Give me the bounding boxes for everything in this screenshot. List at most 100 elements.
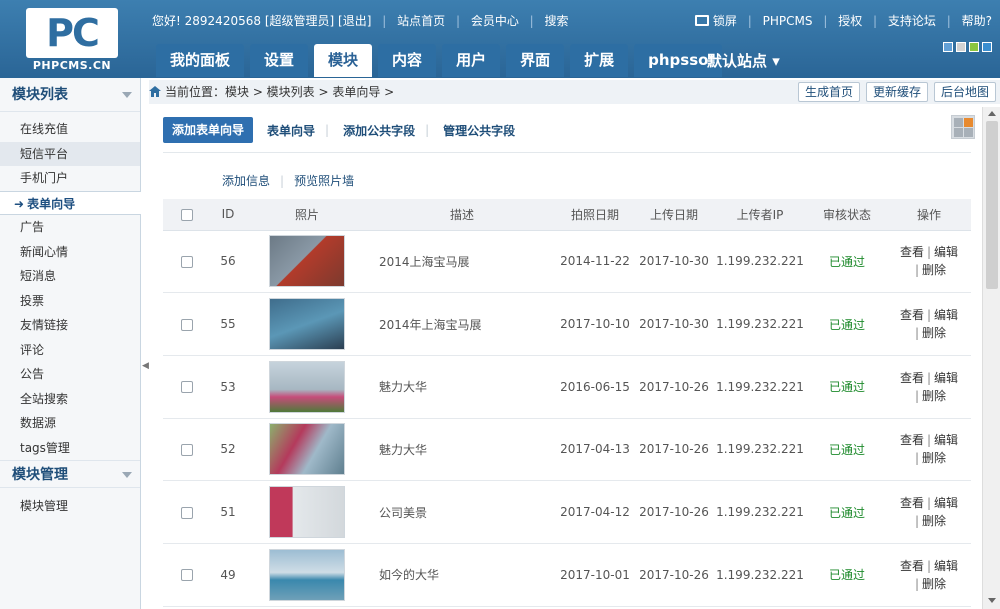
row-checkbox[interactable] bbox=[181, 443, 193, 456]
form-wizard-link[interactable]: 表单向导 bbox=[267, 122, 315, 139]
edit-link[interactable]: 编辑 bbox=[934, 245, 958, 259]
photo-thumbnail[interactable] bbox=[269, 298, 345, 351]
sidebar-item[interactable]: tags管理 bbox=[0, 436, 140, 461]
sidebar-toggle-icon[interactable]: ◀ bbox=[142, 358, 149, 374]
phpcms-link[interactable]: PHPCMS bbox=[763, 14, 813, 28]
divider: | bbox=[926, 558, 932, 573]
divider: | bbox=[926, 245, 932, 260]
shot-date-cell: 2016-06-15 bbox=[555, 355, 635, 419]
grid-view-icon[interactable] bbox=[951, 115, 975, 139]
sidebar-item[interactable]: 手机门户 bbox=[0, 166, 140, 191]
view-link[interactable]: 查看 bbox=[900, 245, 924, 259]
table-row: 49 如今的大华 2017-10-01 2017-10-26 1.199.232… bbox=[163, 543, 971, 607]
row-checkbox[interactable] bbox=[181, 318, 193, 331]
divider: | bbox=[280, 174, 285, 188]
update-cache-button[interactable]: 更新缓存 bbox=[865, 82, 928, 102]
sidebar-item[interactable]: 友情链接 bbox=[0, 313, 140, 338]
row-checkbox[interactable] bbox=[181, 506, 193, 519]
sidebar-item[interactable]: 短消息 bbox=[0, 264, 140, 289]
color-swatch[interactable] bbox=[956, 42, 966, 52]
search-link[interactable]: 搜索 bbox=[545, 12, 569, 29]
divider: | bbox=[382, 14, 387, 28]
table-header: ID 照片 描述 拍照日期 上传日期 上传者IP 审核状态 操作 bbox=[163, 199, 971, 231]
delete-link[interactable]: 删除 bbox=[922, 326, 946, 340]
delete-link[interactable]: 删除 bbox=[922, 263, 946, 277]
username: 2892420568 bbox=[184, 14, 261, 28]
logout-link[interactable]: [退出] bbox=[338, 12, 371, 29]
sidebar-item[interactable]: 在线充值 bbox=[0, 117, 140, 142]
manage-common-field-link[interactable]: 管理公共字段 bbox=[443, 122, 515, 139]
add-info-link[interactable]: 添加信息 bbox=[222, 174, 270, 188]
delete-link[interactable]: 删除 bbox=[922, 514, 946, 528]
sidebar-item[interactable]: 数据源 bbox=[0, 411, 140, 436]
photo-thumbnail[interactable] bbox=[269, 423, 345, 476]
tab-users[interactable]: 用户 bbox=[442, 44, 501, 77]
sidebar-item[interactable]: 全站搜索 bbox=[0, 387, 140, 412]
scrollbar-thumb[interactable] bbox=[986, 121, 998, 289]
preview-photo-wall-link[interactable]: 预览照片墙 bbox=[294, 174, 354, 188]
sidebar-item-label: 表单向导 bbox=[27, 196, 76, 211]
view-link[interactable]: 查看 bbox=[900, 371, 924, 385]
sidebar: 模块列表 在线充值 短信平台 手机门户 ➜ 表单向导 广告 新闻心情 短消息 投票… bbox=[0, 78, 141, 609]
color-swatch[interactable] bbox=[982, 42, 992, 52]
delete-link[interactable]: 删除 bbox=[922, 577, 946, 591]
row-checkbox[interactable] bbox=[181, 255, 193, 268]
photo-thumbnail[interactable] bbox=[269, 235, 345, 288]
tab-panel[interactable]: 我的面板 bbox=[156, 44, 245, 77]
select-all-checkbox[interactable] bbox=[181, 208, 193, 221]
view-link[interactable]: 查看 bbox=[900, 496, 924, 510]
view-link[interactable]: 查看 bbox=[900, 308, 924, 322]
edit-link[interactable]: 编辑 bbox=[934, 496, 958, 510]
generate-home-button[interactable]: 生成首页 bbox=[797, 82, 860, 102]
vertical-scrollbar[interactable] bbox=[982, 107, 1000, 609]
logo[interactable]: PC PHPCMS.CN bbox=[8, 4, 136, 72]
photo-thumbnail[interactable] bbox=[269, 486, 345, 539]
lock-screen-link[interactable]: 锁屏 bbox=[713, 14, 737, 28]
table-row: 53 魅力大华 2016-06-15 2017-10-26 1.199.232.… bbox=[163, 355, 971, 419]
tab-extensions[interactable]: 扩展 bbox=[570, 44, 629, 77]
scroll-up-icon[interactable] bbox=[988, 111, 996, 116]
sidebar-item-active[interactable]: ➜ 表单向导 bbox=[0, 190, 141, 215]
site-home-link[interactable]: 站点首页 bbox=[397, 12, 445, 29]
color-swatch[interactable] bbox=[969, 42, 979, 52]
tab-settings[interactable]: 设置 bbox=[250, 44, 309, 77]
add-common-field-link[interactable]: 添加公共字段 bbox=[343, 122, 415, 139]
sidebar-item[interactable]: 新闻心情 bbox=[0, 240, 140, 265]
edit-link[interactable]: 编辑 bbox=[934, 559, 958, 573]
operations-cell: 查看 | 编辑 | 删除 bbox=[887, 230, 971, 294]
photo-thumbnail[interactable] bbox=[269, 548, 345, 601]
admin-map-button[interactable]: 后台地图 bbox=[933, 82, 996, 102]
sidebar-item[interactable]: 公告 bbox=[0, 362, 140, 387]
forum-link[interactable]: 支持论坛 bbox=[888, 14, 936, 28]
tab-interface[interactable]: 界面 bbox=[506, 44, 565, 77]
scroll-down-icon[interactable] bbox=[988, 598, 996, 603]
view-link[interactable]: 查看 bbox=[900, 559, 924, 573]
row-checkbox[interactable] bbox=[181, 381, 193, 394]
tab-modules[interactable]: 模块 bbox=[314, 44, 373, 77]
member-center-link[interactable]: 会员中心 bbox=[471, 12, 519, 29]
row-checkbox-cell bbox=[163, 418, 211, 482]
delete-link[interactable]: 删除 bbox=[922, 389, 946, 403]
edit-link[interactable]: 编辑 bbox=[934, 308, 958, 322]
site-selector[interactable]: 默认站点 ▾ bbox=[707, 50, 780, 71]
delete-link[interactable]: 删除 bbox=[922, 451, 946, 465]
help-link[interactable]: 帮助? bbox=[962, 14, 992, 28]
edit-link[interactable]: 编辑 bbox=[934, 433, 958, 447]
add-form-wizard-button[interactable]: 添加表单向导 bbox=[163, 117, 254, 143]
sidebar-item[interactable]: 评论 bbox=[0, 338, 140, 363]
edit-link[interactable]: 编辑 bbox=[934, 371, 958, 385]
greeting: 您好! bbox=[152, 14, 181, 28]
view-link[interactable]: 查看 bbox=[900, 433, 924, 447]
tab-content[interactable]: 内容 bbox=[378, 44, 437, 77]
license-link[interactable]: 授权 bbox=[838, 14, 862, 28]
sidebar-item[interactable]: 广告 bbox=[0, 215, 140, 240]
photo-thumbnail[interactable] bbox=[269, 360, 345, 413]
color-swatch[interactable] bbox=[943, 42, 953, 52]
row-checkbox[interactable] bbox=[181, 569, 193, 582]
sidebar-section-manage[interactable]: 模块管理 bbox=[0, 460, 140, 488]
sidebar-item[interactable]: 模块管理 bbox=[0, 494, 140, 519]
operations-cell: 查看 | 编辑 | 删除 bbox=[887, 355, 971, 419]
sidebar-section-modules[interactable]: 模块列表 bbox=[0, 78, 140, 112]
sidebar-item[interactable]: 短信平台 bbox=[0, 141, 140, 166]
sidebar-item[interactable]: 投票 bbox=[0, 289, 140, 314]
